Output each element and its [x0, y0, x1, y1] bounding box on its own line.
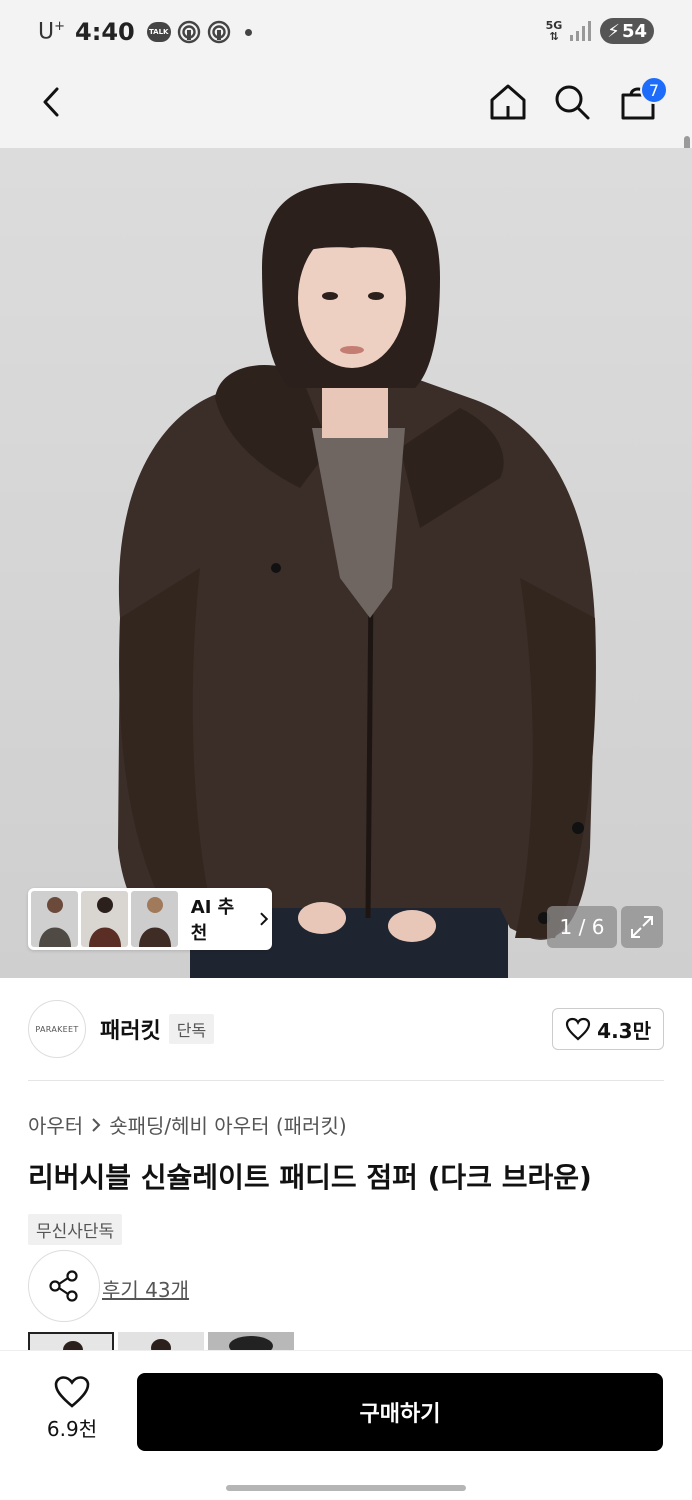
- status-bar: U+ 4:40 TALK 5G ⇅ ⚡ 54: [0, 0, 692, 64]
- ai-recommend-label: AI 추천: [191, 893, 269, 945]
- status-time: 4:40: [75, 18, 135, 46]
- cart-button[interactable]: 7: [614, 76, 668, 126]
- expand-icon: [631, 916, 653, 938]
- app-notification-icon: [177, 20, 200, 44]
- app-notification-icon: [207, 20, 230, 44]
- wishlist-button[interactable]: 6.9천: [28, 1375, 116, 1442]
- image-counter: 1 / 6: [547, 906, 617, 948]
- reviews-link[interactable]: 후기 43개: [102, 1274, 189, 1303]
- product-photo: [118, 183, 596, 978]
- ai-thumbnail: [130, 891, 178, 947]
- breadcrumb-category[interactable]: 아우터: [28, 1110, 83, 1139]
- ai-thumbnail: [31, 891, 78, 947]
- share-icon: [49, 1270, 78, 1302]
- ai-thumbnail: [80, 891, 128, 947]
- kakaotalk-icon: TALK: [146, 22, 171, 42]
- home-icon: [490, 84, 526, 120]
- wishlist-count: 6.9천: [46, 1417, 98, 1441]
- network-5g-icon: 5G ⇅: [545, 19, 563, 43]
- notification-icons: TALK: [146, 20, 252, 44]
- breadcrumb-subcategory[interactable]: 숏패딩/헤비 아우터 (패러킷): [109, 1110, 346, 1139]
- ai-recommendation-chip[interactable]: AI 추천: [28, 888, 272, 950]
- back-button[interactable]: [28, 78, 76, 126]
- brand-logo[interactable]: PARAKEET: [28, 1000, 86, 1058]
- section-divider: [28, 1080, 664, 1081]
- color-option[interactable]: [208, 1332, 294, 1352]
- charging-icon: ⚡: [607, 20, 620, 42]
- product-image-gallery[interactable]: AI 추천 1 / 6: [0, 148, 692, 978]
- chevron-left-icon: [43, 87, 59, 117]
- top-navigation: 7: [0, 64, 692, 208]
- color-thumbnail-strip: [28, 1332, 294, 1352]
- brand-row: PARAKEET 패러킷 단독 4.3만: [28, 998, 664, 1060]
- color-option[interactable]: [28, 1332, 114, 1352]
- heart-icon: [566, 1017, 591, 1041]
- search-button[interactable]: [548, 78, 596, 126]
- product-title: 리버시블 신슐레이트 패디드 점퍼 (다크 브라운): [28, 1161, 592, 1194]
- system-status: 5G ⇅ ⚡ 54: [546, 18, 654, 44]
- exclusive-badge: 무신사단독: [28, 1214, 123, 1245]
- brand-name[interactable]: 패러킷: [100, 1013, 161, 1045]
- bottom-action-bar: 6.9천 구매하기: [0, 1350, 692, 1500]
- brand-like-button[interactable]: 4.3만: [552, 1008, 664, 1050]
- breadcrumb: 아우터 숏패딩/헤비 아우터 (패러킷): [28, 1110, 347, 1139]
- carrier-label: U+: [38, 19, 66, 45]
- chevron-right-icon: [92, 1117, 101, 1132]
- buy-button[interactable]: 구매하기: [137, 1373, 663, 1451]
- heart-icon: [54, 1376, 90, 1408]
- more-notifications-dot: [244, 28, 252, 36]
- color-option[interactable]: [118, 1332, 204, 1352]
- share-button[interactable]: [28, 1250, 100, 1322]
- home-button[interactable]: [484, 78, 532, 126]
- battery-indicator: ⚡ 54: [600, 18, 654, 44]
- search-icon: [555, 85, 590, 120]
- home-indicator[interactable]: [226, 1485, 466, 1491]
- brand-like-count: 4.3만: [597, 1018, 651, 1043]
- chevron-right-icon: [260, 912, 269, 926]
- brand-exclusive-tag: 단독: [168, 1014, 215, 1044]
- expand-image-button[interactable]: [621, 906, 663, 948]
- signal-icon: [570, 21, 592, 41]
- cart-count-badge: 7: [640, 76, 668, 104]
